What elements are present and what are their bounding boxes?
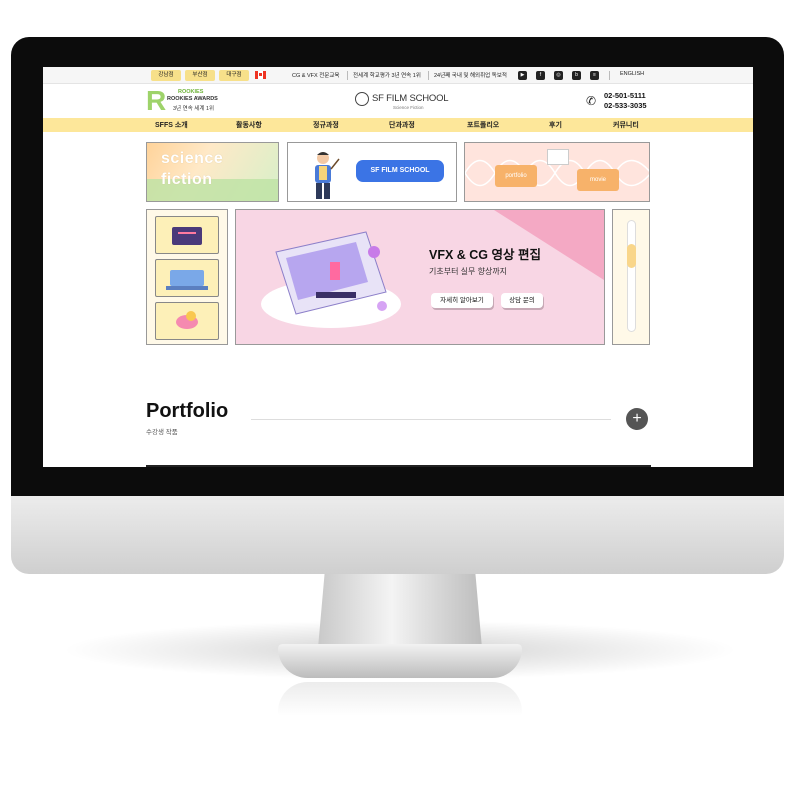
consult-button[interactable]: 상담 문의: [501, 293, 543, 308]
notebook-icon[interactable]: ≡: [590, 71, 599, 80]
top-utility-bar: 강남점 부산점 대구점 CG & VFX 전문교육 전세계 학교평가 3년 연속…: [43, 67, 753, 84]
branch-daegu[interactable]: 대구점: [219, 70, 249, 81]
canada-flag-icon[interactable]: [255, 71, 266, 79]
vfx-editing-illustration-icon: [261, 231, 401, 328]
thumb-laptop-design[interactable]: [155, 259, 219, 297]
nav-item-sffs-intro[interactable]: SFFS 소개: [155, 120, 188, 130]
branch-busan[interactable]: 부산점: [185, 70, 215, 81]
nav-item-reviews[interactable]: 후기: [549, 120, 562, 130]
portfolio-title: Portfolio: [146, 400, 229, 422]
fiction-text: fiction: [161, 171, 213, 188]
teacher-illustration-icon: [315, 152, 340, 199]
phone-number-1[interactable]: 02-501-5111: [604, 91, 646, 100]
slider-track[interactable]: [627, 220, 636, 332]
globe-icon: [355, 92, 369, 106]
science-fiction-card[interactable]: science fiction: [146, 142, 279, 202]
hero-banner: VFX & CG 영상 편집 기초부터 실무 향상까지 자세히 알아보기 상담 …: [235, 209, 605, 345]
monitor-stand-base: [278, 644, 522, 678]
folder-portfolio[interactable]: portfolio: [495, 165, 537, 187]
sf-film-school-card[interactable]: SF FILM SCHOOL: [287, 142, 457, 202]
sf-film-school-button[interactable]: SF FILM SCHOOL: [356, 160, 444, 182]
nav-item-single-course[interactable]: 단과과정: [389, 120, 415, 130]
thumb-video-editing[interactable]: [155, 216, 219, 254]
main-nav: SFFS 소개 활동사항 정규과정 단과과정 포트폴리오 후기 커뮤니티: [43, 118, 753, 132]
phone-icon: ✆: [586, 94, 597, 108]
portfolio-more-plus-icon[interactable]: +: [626, 408, 648, 430]
notice-cg-vfx: CG & VFX 전문교육: [292, 73, 340, 79]
divider: [428, 71, 429, 80]
awards-brand: ROOKIES AWARDS: [167, 96, 218, 102]
monitor-stand-neck: [318, 574, 482, 648]
science-text: science: [161, 150, 224, 167]
notice-employment: 24년째 국내 및 해외취업 독보적: [434, 73, 507, 79]
nav-item-community[interactable]: 커뮤니티: [613, 120, 639, 130]
stand-reflection: [278, 682, 522, 716]
website-screen: 강남점 부산점 대구점 CG & VFX 전문교육 전세계 학교평가 3년 연속…: [43, 67, 753, 467]
school-name: SF FILM SCHOOL: [372, 93, 449, 104]
portfolio-subtitle: 수강생 작품: [146, 429, 178, 436]
divider: [347, 71, 348, 80]
monitor-chin: [11, 496, 784, 574]
blog-icon[interactable]: b: [572, 71, 581, 80]
portfolio-gallery-top-edge: [146, 465, 651, 467]
instagram-icon[interactable]: ◎: [554, 71, 563, 80]
nav-item-activities[interactable]: 활동사항: [236, 120, 262, 130]
branch-gangnam[interactable]: 강남점: [151, 70, 181, 81]
nav-item-portfolio[interactable]: 포트폴리오: [467, 120, 499, 130]
awards-desc: 3년 연속 세계 1위: [173, 106, 215, 112]
imac-mockup: 강남점 부산점 대구점 CG & VFX 전문교육 전세계 학교평가 3년 연속…: [0, 0, 800, 800]
school-sub: Science Fiction: [393, 105, 424, 110]
rookies-awards-logo-icon[interactable]: R: [146, 87, 168, 115]
learn-more-button[interactable]: 자세히 알아보기: [431, 293, 493, 308]
sf-film-school-logo[interactable]: SF FILM SCHOOL Science Fiction: [355, 90, 449, 112]
youtube-icon[interactable]: ▶: [518, 71, 527, 80]
hero-subtitle: 기초부터 실무 향상까지: [429, 267, 508, 276]
folder-movie[interactable]: movie: [577, 169, 619, 191]
paper-icon: [547, 149, 569, 165]
facebook-icon[interactable]: f: [536, 71, 545, 80]
language-english-link[interactable]: ENGLISH: [620, 71, 644, 77]
divider: [609, 71, 610, 80]
notice-ranking: 전세계 학교평가 3년 연속 1위: [353, 73, 421, 79]
hero-title: VFX & CG 영상 편집: [429, 248, 541, 262]
portfolio-movie-card[interactable]: portfolio movie: [464, 142, 650, 202]
nav-item-regular-course[interactable]: 정규과정: [313, 120, 339, 130]
thumb-creative-idea[interactable]: [155, 302, 219, 340]
slider-handle[interactable]: [627, 244, 636, 268]
phone-number-2[interactable]: 02-533-3035: [604, 101, 647, 110]
site-header: R ROOKIES ROOKIES AWARDS 3년 연속 세계 1위 SF …: [43, 85, 753, 118]
slider-column: [612, 209, 650, 345]
section-divider: [251, 419, 611, 420]
awards-tag: ROOKIES: [178, 89, 204, 95]
thumbnail-column: [146, 209, 228, 345]
